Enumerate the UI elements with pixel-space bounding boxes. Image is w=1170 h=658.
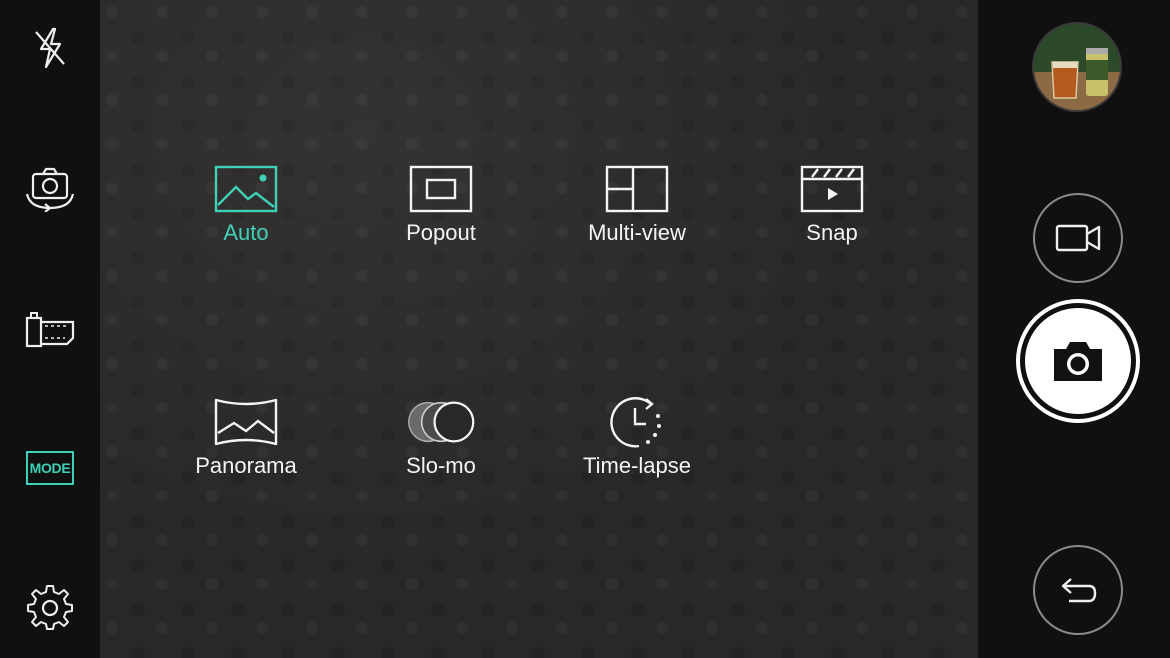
popout-icon <box>409 165 473 213</box>
mode-multi-view[interactable]: Multi-view <box>552 164 722 264</box>
mode-auto[interactable]: Auto <box>161 164 331 264</box>
back-arrow-icon <box>1061 578 1097 603</box>
mode-auto-label: Auto <box>223 220 269 245</box>
shutter-button[interactable] <box>1016 299 1140 423</box>
mode-popout[interactable]: Popout <box>356 164 526 264</box>
flash-toggle-button[interactable] <box>20 18 80 78</box>
mode-multi-view-label: Multi-view <box>588 220 686 245</box>
multi-view-icon <box>605 165 669 213</box>
gear-icon <box>27 585 73 630</box>
mode-panorama-label: Panorama <box>195 453 297 478</box>
switch-camera-icon <box>25 167 75 212</box>
mode-panorama[interactable]: Panorama <box>161 397 331 497</box>
camera-icon <box>1054 342 1102 381</box>
mode-button[interactable]: MODE <box>20 438 80 498</box>
back-button[interactable] <box>1033 545 1123 635</box>
flash-off-icon <box>35 27 65 69</box>
settings-button[interactable] <box>20 578 80 638</box>
gallery-thumbnail[interactable] <box>1032 22 1122 112</box>
mode-snap-label: Snap <box>806 220 858 245</box>
switch-camera-button[interactable] <box>20 158 80 218</box>
gallery-thumbnail-image <box>1034 24 1120 110</box>
mode-snap[interactable]: Snap <box>747 164 917 264</box>
mode-label: MODE <box>26 451 74 485</box>
snap-clapper-icon <box>800 165 864 213</box>
record-video-button[interactable] <box>1033 193 1123 283</box>
auto-photo-icon <box>214 165 278 213</box>
film-effect-icon <box>25 312 75 348</box>
mode-time-lapse[interactable]: Time-lapse <box>552 397 722 497</box>
left-toolbar: MODE <box>0 0 100 658</box>
video-camera-icon <box>1055 224 1101 252</box>
film-effect-button[interactable] <box>20 300 80 360</box>
mode-slo-mo[interactable]: Slo-mo <box>356 397 526 497</box>
mode-slo-mo-label: Slo-mo <box>406 453 476 478</box>
mode-popout-label: Popout <box>406 220 476 245</box>
slo-mo-icon <box>408 401 475 443</box>
mode-time-lapse-label: Time-lapse <box>583 453 691 478</box>
time-lapse-icon <box>610 397 661 448</box>
viewfinder-preview[interactable]: Auto Popout Multi-view Snap Panorama Slo… <box>100 0 978 658</box>
panorama-icon <box>214 398 278 446</box>
